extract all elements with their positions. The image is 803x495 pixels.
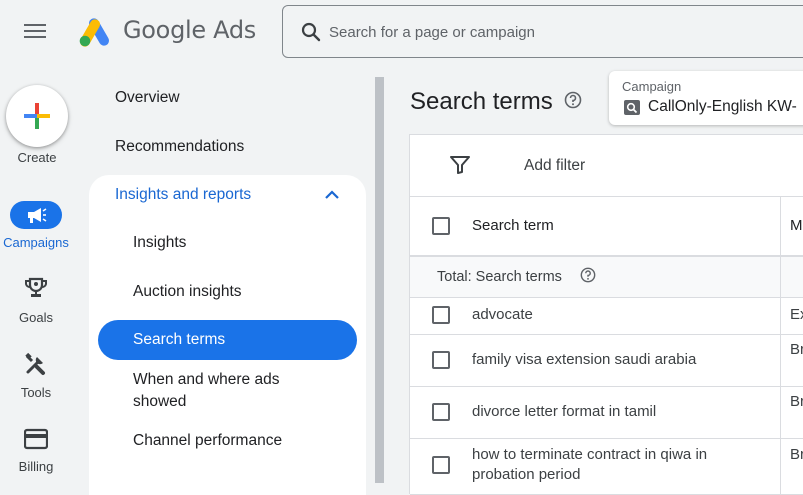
- nav-sub-when-where-line1: When and where ads: [133, 371, 280, 388]
- column-divider: [780, 197, 781, 255]
- column-divider: [780, 335, 781, 386]
- page-title: Search terms: [410, 88, 553, 115]
- row-match-type: Br m: [790, 446, 803, 463]
- filter-icon[interactable]: [450, 156, 470, 174]
- campaign-selector-value: CallOnly-English KW-: [648, 98, 797, 115]
- row-search-term: how to terminate contract in qiwa in pro…: [472, 446, 708, 483]
- campaign-search-icon: [624, 100, 640, 115]
- rail-item-goals[interactable]: Goals: [0, 276, 72, 326]
- menu-icon[interactable]: [24, 21, 48, 43]
- row-search-term: divorce letter format in tamil: [472, 403, 657, 420]
- search-terms-table: Add filter Search term M Total: Search t…: [409, 134, 803, 495]
- table-row[interactable]: divorce letter format in tamil Br m: [410, 387, 803, 439]
- row-match-type: Br m: [790, 393, 803, 410]
- row-checkbox[interactable]: [432, 306, 450, 324]
- search-input[interactable]: [329, 20, 789, 44]
- row-search-term: family visa extension saudi arabia: [472, 351, 697, 368]
- nav-sub-insights[interactable]: Insights: [133, 232, 186, 254]
- billing-label: Billing: [18, 459, 54, 474]
- help-icon[interactable]: [564, 91, 582, 109]
- rail-item-billing[interactable]: Billing: [0, 428, 72, 478]
- search-icon: [301, 22, 321, 42]
- total-label: Total: Search terms: [437, 269, 562, 285]
- total-row: Total: Search terms: [410, 257, 803, 298]
- col-header-search-term[interactable]: Search term: [472, 217, 554, 234]
- create-button[interactable]: [6, 85, 68, 147]
- brand-label: Google Ads: [123, 16, 256, 44]
- tools-icon: [25, 352, 45, 375]
- table-row[interactable]: advocate Ex: [410, 298, 803, 335]
- table-header: Search term M: [410, 197, 803, 257]
- table-row[interactable]: how to terminate contract in qiwa in pro…: [410, 439, 803, 495]
- plus-icon: [24, 103, 50, 129]
- trophy-icon: [25, 277, 47, 297]
- panel-scrollbar[interactable]: [375, 77, 384, 483]
- select-all-checkbox[interactable]: [432, 217, 450, 235]
- column-divider: [780, 257, 781, 297]
- nav-sub-search-terms-label: Search terms: [133, 331, 226, 348]
- campaign-selector[interactable]: Campaign CallOnly-English KW-: [609, 71, 803, 125]
- goals-label: Goals: [19, 310, 53, 325]
- nav-group-title[interactable]: Insights and reports: [115, 186, 251, 204]
- chevron-up-icon[interactable]: [324, 188, 340, 200]
- nav-sub-auction-insights[interactable]: Auction insights: [133, 281, 242, 303]
- column-divider: [780, 439, 781, 494]
- nav-item-overview[interactable]: Overview: [115, 89, 180, 107]
- nav-group-insights-reports: Insights and reports Insights Auction in…: [89, 175, 366, 495]
- col-header-match-type[interactable]: M: [790, 217, 803, 234]
- top-bar: Google Ads: [0, 0, 803, 64]
- megaphone-icon: [28, 208, 47, 223]
- nav-sub-channel-performance[interactable]: Channel performance: [133, 430, 282, 452]
- create-label: Create: [17, 150, 57, 165]
- nav-panel: Overview Recommendations Insights and re…: [89, 64, 366, 495]
- rail-item-campaigns[interactable]: Campaigns: [0, 198, 72, 254]
- add-filter-button[interactable]: Add filter: [524, 157, 585, 175]
- row-checkbox[interactable]: [432, 403, 450, 421]
- nav-item-recommendations[interactable]: Recommendations: [115, 138, 244, 156]
- row-search-term: advocate: [472, 306, 533, 323]
- table-row[interactable]: family visa extension saudi arabia Br m: [410, 335, 803, 387]
- filter-bar: Add filter: [410, 135, 803, 197]
- nav-sub-when-where-line2: showed: [133, 393, 187, 410]
- campaigns-label: Campaigns: [3, 235, 69, 250]
- credit-card-icon: [24, 428, 48, 450]
- column-divider: [780, 387, 781, 438]
- search-box[interactable]: [282, 5, 803, 58]
- google-ads-logo: [79, 18, 109, 47]
- help-icon[interactable]: [580, 267, 596, 283]
- row-checkbox[interactable]: [432, 456, 450, 474]
- nav-sub-when-where[interactable]: When and where ads showed: [133, 369, 279, 413]
- row-match-type: Br m: [790, 341, 803, 358]
- tools-label: Tools: [20, 385, 52, 400]
- row-checkbox[interactable]: [432, 351, 450, 369]
- rail-item-tools[interactable]: Tools: [0, 352, 72, 402]
- row-match-type: Ex: [790, 306, 803, 323]
- campaign-selector-label: Campaign: [622, 79, 682, 94]
- nav-sub-search-terms[interactable]: Search terms: [98, 320, 357, 360]
- column-divider: [780, 298, 781, 334]
